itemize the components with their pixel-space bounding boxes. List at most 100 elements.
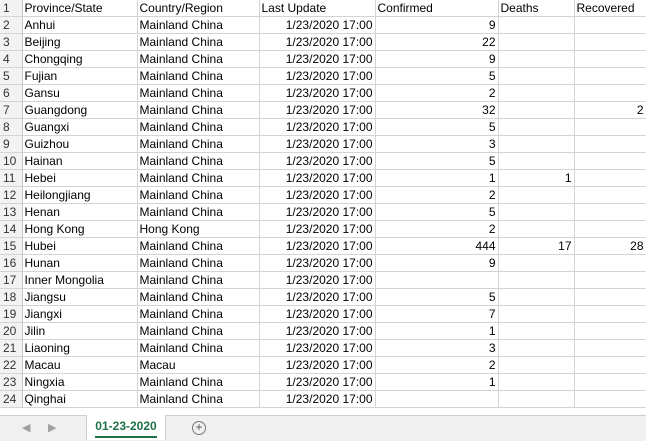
cell-country[interactable]: Hong Kong: [137, 220, 260, 238]
row-number[interactable]: 24: [0, 390, 23, 408]
cell-last-update[interactable]: 1/23/2020 17:00: [259, 288, 376, 306]
cell-recovered[interactable]: [574, 169, 646, 187]
cell-confirmed[interactable]: 1: [375, 169, 499, 187]
cell-confirmed[interactable]: 22: [375, 33, 499, 51]
column-header-confirmed[interactable]: Confirmed: [375, 0, 499, 17]
cell-country[interactable]: Mainland China: [137, 152, 260, 170]
cell-deaths[interactable]: [498, 305, 575, 323]
cell-recovered[interactable]: 2: [574, 101, 646, 119]
cell-last-update[interactable]: 1/23/2020 17:00: [259, 356, 376, 374]
cell-last-update[interactable]: 1/23/2020 17:00: [259, 152, 376, 170]
row-number[interactable]: 6: [0, 84, 23, 102]
column-header-country[interactable]: Country/Region: [137, 0, 260, 17]
cell-country[interactable]: Mainland China: [137, 169, 260, 187]
cell-confirmed[interactable]: 444: [375, 237, 499, 255]
cell-deaths[interactable]: [498, 101, 575, 119]
cell-deaths[interactable]: [498, 254, 575, 272]
cell-deaths[interactable]: [498, 152, 575, 170]
column-header-recovered[interactable]: Recovered: [574, 0, 646, 17]
cell-country[interactable]: Mainland China: [137, 33, 260, 51]
cell-confirmed[interactable]: 9: [375, 50, 499, 68]
row-number[interactable]: 11: [0, 169, 23, 187]
cell-recovered[interactable]: [574, 254, 646, 272]
cell-deaths[interactable]: [498, 67, 575, 85]
row-number[interactable]: 18: [0, 288, 23, 306]
cell-deaths[interactable]: [498, 50, 575, 68]
cell-last-update[interactable]: 1/23/2020 17:00: [259, 67, 376, 85]
row-number[interactable]: 13: [0, 203, 23, 221]
cell-confirmed[interactable]: 2: [375, 84, 499, 102]
cell-recovered[interactable]: [574, 339, 646, 357]
row-number[interactable]: 1: [0, 0, 23, 17]
cell-last-update[interactable]: 1/23/2020 17:00: [259, 16, 376, 34]
cell-last-update[interactable]: 1/23/2020 17:00: [259, 271, 376, 289]
cell-confirmed[interactable]: 3: [375, 135, 499, 153]
cell-recovered[interactable]: [574, 203, 646, 221]
cell-recovered[interactable]: [574, 50, 646, 68]
cell-province[interactable]: Guangdong: [22, 101, 138, 119]
cell-country[interactable]: Mainland China: [137, 118, 260, 136]
cell-country[interactable]: Mainland China: [137, 50, 260, 68]
cell-confirmed[interactable]: 2: [375, 356, 499, 374]
cell-province[interactable]: Hubei: [22, 237, 138, 255]
cell-last-update[interactable]: 1/23/2020 17:00: [259, 118, 376, 136]
cell-confirmed[interactable]: 5: [375, 288, 499, 306]
cell-confirmed[interactable]: 3: [375, 339, 499, 357]
cell-deaths[interactable]: [498, 373, 575, 391]
cell-country[interactable]: Macau: [137, 356, 260, 374]
row-number[interactable]: 23: [0, 373, 23, 391]
row-number[interactable]: 16: [0, 254, 23, 272]
cell-recovered[interactable]: [574, 33, 646, 51]
cell-recovered[interactable]: [574, 135, 646, 153]
row-number[interactable]: 14: [0, 220, 23, 238]
cell-last-update[interactable]: 1/23/2020 17:00: [259, 203, 376, 221]
cell-province[interactable]: Heilongjiang: [22, 186, 138, 204]
row-number[interactable]: 21: [0, 339, 23, 357]
sheet-tab-active[interactable]: 01-23-2020: [86, 415, 166, 440]
cell-deaths[interactable]: 1: [498, 169, 575, 187]
row-number[interactable]: 8: [0, 118, 23, 136]
row-number[interactable]: 17: [0, 271, 23, 289]
cell-recovered[interactable]: [574, 390, 646, 408]
cell-deaths[interactable]: [498, 356, 575, 374]
cell-country[interactable]: Mainland China: [137, 186, 260, 204]
cell-confirmed[interactable]: 32: [375, 101, 499, 119]
cell-last-update[interactable]: 1/23/2020 17:00: [259, 322, 376, 340]
cell-recovered[interactable]: [574, 16, 646, 34]
cell-last-update[interactable]: 1/23/2020 17:00: [259, 254, 376, 272]
cell-last-update[interactable]: 1/23/2020 17:00: [259, 373, 376, 391]
prev-sheet-icon[interactable]: ◀: [22, 421, 30, 434]
cell-deaths[interactable]: [498, 84, 575, 102]
cell-deaths[interactable]: [498, 33, 575, 51]
cell-last-update[interactable]: 1/23/2020 17:00: [259, 220, 376, 238]
cell-country[interactable]: Mainland China: [137, 254, 260, 272]
cell-confirmed[interactable]: 2: [375, 220, 499, 238]
cell-country[interactable]: Mainland China: [137, 101, 260, 119]
cell-province[interactable]: Hebei: [22, 169, 138, 187]
cell-recovered[interactable]: [574, 322, 646, 340]
cell-recovered[interactable]: 28: [574, 237, 646, 255]
cell-last-update[interactable]: 1/23/2020 17:00: [259, 50, 376, 68]
cell-deaths[interactable]: [498, 390, 575, 408]
row-number[interactable]: 9: [0, 135, 23, 153]
row-number[interactable]: 3: [0, 33, 23, 51]
cell-country[interactable]: Mainland China: [137, 203, 260, 221]
cell-confirmed[interactable]: 5: [375, 152, 499, 170]
cell-country[interactable]: Mainland China: [137, 271, 260, 289]
cell-province[interactable]: Hunan: [22, 254, 138, 272]
cell-country[interactable]: Mainland China: [137, 305, 260, 323]
cell-province[interactable]: Liaoning: [22, 339, 138, 357]
cell-province[interactable]: Inner Mongolia: [22, 271, 138, 289]
row-number[interactable]: 10: [0, 152, 23, 170]
row-number[interactable]: 12: [0, 186, 23, 204]
cell-last-update[interactable]: 1/23/2020 17:00: [259, 169, 376, 187]
row-number[interactable]: 5: [0, 67, 23, 85]
cell-last-update[interactable]: 1/23/2020 17:00: [259, 135, 376, 153]
cell-province[interactable]: Beijing: [22, 33, 138, 51]
cell-confirmed[interactable]: 5: [375, 118, 499, 136]
row-number[interactable]: 4: [0, 50, 23, 68]
row-number[interactable]: 7: [0, 101, 23, 119]
cell-last-update[interactable]: 1/23/2020 17:00: [259, 84, 376, 102]
cell-country[interactable]: Mainland China: [137, 237, 260, 255]
cell-country[interactable]: Mainland China: [137, 339, 260, 357]
